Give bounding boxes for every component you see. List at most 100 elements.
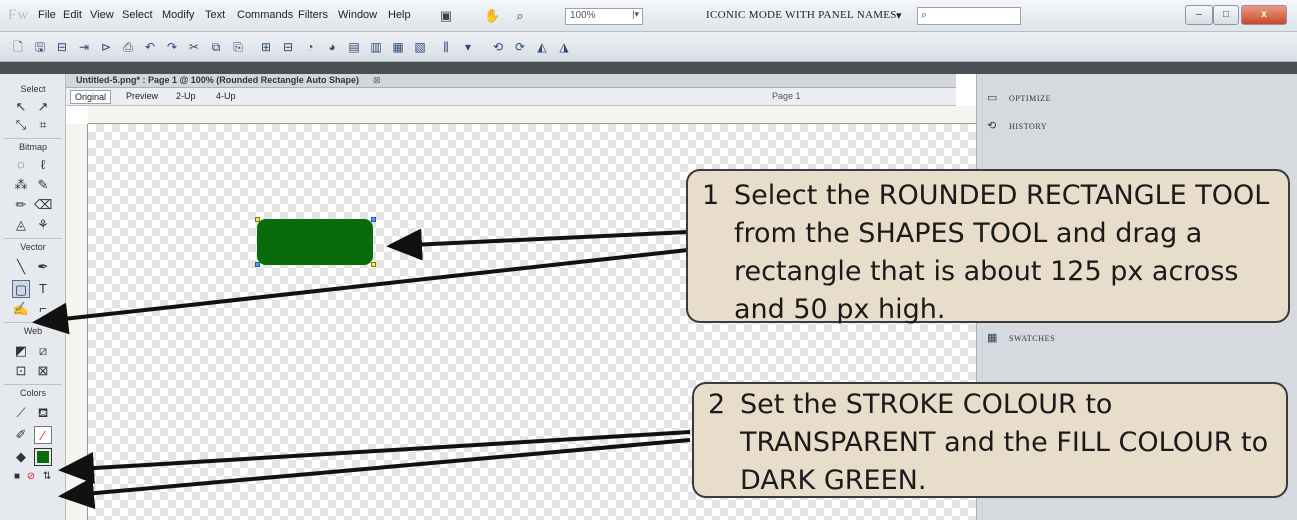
- hand-icon[interactable]: ✋: [484, 8, 500, 24]
- knife-tool-icon[interactable]: ⌐: [34, 300, 52, 318]
- menu-window[interactable]: Window: [338, 9, 377, 21]
- rectangle-tool-icon[interactable]: ▢: [12, 280, 30, 298]
- scale-tool-icon[interactable]: ⤡: [12, 116, 30, 134]
- panel-history[interactable]: ⟲ HISTORY: [977, 114, 1297, 140]
- eraser-tool-icon[interactable]: ⌫: [34, 196, 52, 214]
- split-icon[interactable]: ◕: [324, 39, 340, 55]
- align-icon[interactable]: ⫼: [438, 39, 454, 55]
- selection-handle[interactable]: [255, 262, 260, 267]
- send-backward-icon[interactable]: ▦: [390, 39, 406, 55]
- document-tab[interactable]: Untitled-5.png* : Page 1 @ 100% (Rounded…: [66, 74, 956, 88]
- menu-filters[interactable]: Filters: [298, 9, 328, 21]
- tab-preview[interactable]: Preview: [122, 90, 162, 102]
- redo-icon[interactable]: ↷: [164, 39, 180, 55]
- rotate-left-icon[interactable]: ⟲: [490, 39, 506, 55]
- workspace-mode-select[interactable]: ICONIC MODE WITH PANEL NAMES: [706, 9, 897, 21]
- eyedropper-tool-icon[interactable]: ⟋: [12, 404, 30, 422]
- export-icon[interactable]: ⊳: [98, 39, 114, 55]
- rounded-rectangle-shape[interactable]: [257, 219, 373, 265]
- slice-tool-icon[interactable]: ⧄: [34, 342, 52, 360]
- bring-to-front-icon[interactable]: ▤: [346, 39, 362, 55]
- join-icon[interactable]: ◔: [302, 39, 318, 55]
- panel-header-strip: [0, 62, 1297, 74]
- hide-slices-icon[interactable]: ⊡: [12, 362, 30, 380]
- group-icon[interactable]: ⊞: [258, 39, 274, 55]
- stroke-color-icon[interactable]: ✐: [12, 426, 30, 444]
- fill-color-icon[interactable]: ◆: [12, 448, 30, 466]
- fill-color-swatch[interactable]: [34, 448, 52, 466]
- callout-step-2: 2 Set the STROKE COLOUR to TRANSPARENT a…: [692, 382, 1288, 498]
- rotate-right-icon[interactable]: ⟳: [512, 39, 528, 55]
- text-tool-icon[interactable]: T: [34, 280, 52, 298]
- open-icon[interactable]: ⊟: [54, 39, 70, 55]
- flip-horizontal-icon[interactable]: ◭: [534, 39, 550, 55]
- minimize-button[interactable]: –: [1185, 5, 1213, 25]
- screen-mode-icon[interactable]: ▣: [438, 8, 454, 24]
- main-toolbar: 🗋 🖫 ⊟ ⇥ ⊳ ⎙ ↶ ↷ ✂ ⧉ ⎘ ⊞ ⊟ ◔ ◕ ▤ ▥ ▦ ▧ ⫼ …: [0, 32, 1297, 62]
- align-menu-icon[interactable]: ▾: [460, 39, 476, 55]
- flip-vertical-icon[interactable]: ◮: [556, 39, 572, 55]
- menu-bar: Fw File Edit View Select Modify Text Com…: [0, 0, 1297, 32]
- swatches-icon: ▦: [987, 332, 998, 344]
- selection-handle[interactable]: [371, 262, 376, 267]
- restore-button[interactable]: □: [1213, 5, 1239, 25]
- app-logo: Fw: [8, 7, 30, 23]
- menu-text[interactable]: Text: [205, 9, 225, 21]
- ungroup-icon[interactable]: ⊟: [280, 39, 296, 55]
- swap-colors-icon[interactable]: ⇅: [38, 468, 56, 486]
- new-file-icon[interactable]: 🗋: [10, 39, 26, 55]
- paint-bucket-tool-icon[interactable]: ⛾: [34, 404, 52, 422]
- hotspot-tool-icon[interactable]: ◩: [12, 342, 30, 360]
- menu-commands[interactable]: Commands: [237, 9, 293, 21]
- search-input[interactable]: ⌕: [917, 7, 1021, 25]
- print-icon[interactable]: ⎙: [120, 39, 136, 55]
- workspace-chevron-down-icon[interactable]: ▾: [896, 9, 902, 22]
- menu-select[interactable]: Select: [122, 9, 153, 21]
- menu-file[interactable]: File: [38, 9, 56, 21]
- subselection-tool-icon[interactable]: ↗: [34, 98, 52, 116]
- pen-tool-icon[interactable]: ✒: [34, 258, 52, 276]
- crop-tool-icon[interactable]: ⌗: [34, 116, 52, 134]
- tab-original[interactable]: Original: [70, 90, 112, 104]
- menu-edit[interactable]: Edit: [63, 9, 82, 21]
- line-tool-icon[interactable]: ╲: [12, 258, 30, 276]
- horizontal-ruler: [88, 106, 976, 124]
- zoom-icon[interactable]: ⌕: [512, 8, 528, 24]
- pointer-tool-icon[interactable]: ↖: [12, 98, 30, 116]
- save-icon[interactable]: 🖫: [32, 39, 48, 55]
- zoom-select[interactable]: 100% |▾: [565, 8, 643, 25]
- marquee-tool-icon[interactable]: ◌: [12, 156, 30, 174]
- selection-handle[interactable]: [371, 217, 376, 222]
- brush-tool-icon[interactable]: ✎: [34, 176, 52, 194]
- callout-step-1: 1 Select the ROUNDED RECTANGLE TOOL from…: [686, 169, 1290, 325]
- undo-icon[interactable]: ↶: [142, 39, 158, 55]
- show-slices-icon[interactable]: ⊠: [34, 362, 52, 380]
- paste-icon[interactable]: ⎘: [230, 39, 246, 55]
- page-select[interactable]: Page 1: [772, 91, 801, 101]
- freeform-tool-icon[interactable]: ✍: [12, 300, 30, 318]
- window-controls: – □ x: [1185, 5, 1289, 27]
- stroke-color-swatch[interactable]: ⁄: [34, 426, 52, 444]
- selection-handle[interactable]: [255, 217, 260, 222]
- blur-tool-icon[interactable]: ◬: [12, 216, 30, 234]
- lasso-tool-icon[interactable]: ℓ: [34, 156, 52, 174]
- close-tab-icon[interactable]: ⊠: [373, 75, 381, 86]
- stamp-tool-icon[interactable]: ⚘: [34, 216, 52, 234]
- send-to-back-icon[interactable]: ▧: [412, 39, 428, 55]
- tab-2-up[interactable]: 2-Up: [172, 90, 200, 102]
- cut-icon[interactable]: ✂: [186, 39, 202, 55]
- magic-wand-tool-icon[interactable]: ⁂: [12, 176, 30, 194]
- history-icon: ⟲: [987, 120, 997, 132]
- copy-icon[interactable]: ⧉: [208, 39, 224, 55]
- menu-modify[interactable]: Modify: [162, 9, 194, 21]
- bring-forward-icon[interactable]: ▥: [368, 39, 384, 55]
- tools-group-select: Select: [20, 84, 46, 94]
- menu-view[interactable]: View: [90, 9, 114, 21]
- panel-swatches[interactable]: ▦ SWATCHES: [977, 326, 1297, 352]
- tab-4-up[interactable]: 4-Up: [212, 90, 240, 102]
- menu-help[interactable]: Help: [388, 9, 411, 21]
- panel-optimize[interactable]: ▭ OPTIMIZE: [977, 86, 1297, 112]
- close-button[interactable]: x: [1241, 5, 1287, 25]
- import-icon[interactable]: ⇥: [76, 39, 92, 55]
- pencil-tool-icon[interactable]: ✏: [12, 196, 30, 214]
